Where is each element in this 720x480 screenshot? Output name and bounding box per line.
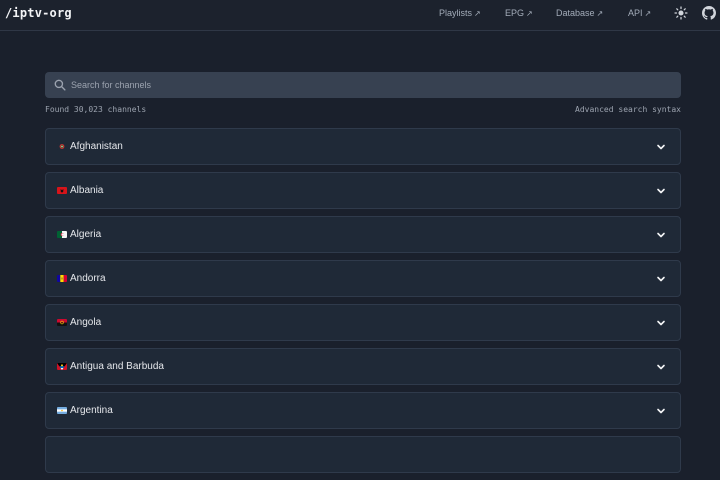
country-name: Antigua and Barbuda [70,361,164,372]
chevron-down-icon [657,188,665,194]
nav-link-playlists[interactable]: Playlists ↗ [439,8,481,18]
chevron-down-icon [657,232,665,238]
nav-link-label: Database [556,8,595,18]
chevron-down-icon [657,144,665,150]
sun-icon[interactable] [674,6,688,20]
argentina-flag-icon [57,407,67,414]
country-item-antigua-and-barbuda[interactable]: Antigua and Barbuda [45,348,681,385]
angola-flag-icon [57,319,67,326]
country-item-albania[interactable]: Albania [45,172,681,209]
country-item-andorra[interactable]: Andorra [45,260,681,297]
external-link-icon: ↗ [526,9,533,18]
chevron-down-icon [657,408,665,414]
country-name: Albania [70,185,104,196]
country-item-afghanistan[interactable]: Afghanistan [45,128,681,165]
andorra-flag-icon [57,275,67,282]
nav-link-label: Playlists [439,8,473,18]
country-name: Angola [70,317,102,328]
external-link-icon: ↗ [474,9,481,18]
nav-links: Playlists ↗ EPG ↗ Database ↗ API ↗ [0,0,720,31]
nav-link-api[interactable]: API ↗ [628,8,651,18]
country-item-next[interactable] [45,436,681,473]
country-item-argentina[interactable]: Argentina [45,392,681,429]
country-name: Argentina [70,405,113,416]
nav-link-label: API [628,8,643,18]
country-item-algeria[interactable]: Algeria [45,216,681,253]
chevron-down-icon [657,276,665,282]
country-name: Algeria [70,229,102,240]
chevron-down-icon [657,320,665,326]
country-name: Afghanistan [70,141,123,152]
country-list: Afghanistan Albania Algeria Andorra Ango… [45,128,681,480]
afghanistan-flag-icon [57,143,67,150]
antigua-flag-icon [57,363,67,370]
github-icon[interactable] [702,6,716,20]
channel-count: Found 30,023 channels [45,105,147,114]
country-item-angola[interactable]: Angola [45,304,681,341]
algeria-flag-icon [57,231,67,238]
chevron-down-icon [657,364,665,370]
top-navbar: /iptv-org Playlists ↗ EPG ↗ Database ↗ API ↗ [0,0,720,31]
external-link-icon: ↗ [596,9,604,18]
albania-flag-icon [57,187,67,194]
nav-link-label: EPG [505,8,525,18]
channel-search-box [45,72,681,98]
nav-link-database[interactable]: Database ↗ [556,8,603,18]
advanced-search-link[interactable]: Advanced search syntax [575,105,681,114]
nav-link-epg[interactable]: EPG ↗ [505,8,533,18]
search-icon [54,79,66,91]
country-name: Andorra [70,273,106,284]
search-input[interactable] [70,72,671,98]
external-link-icon: ↗ [644,9,652,18]
